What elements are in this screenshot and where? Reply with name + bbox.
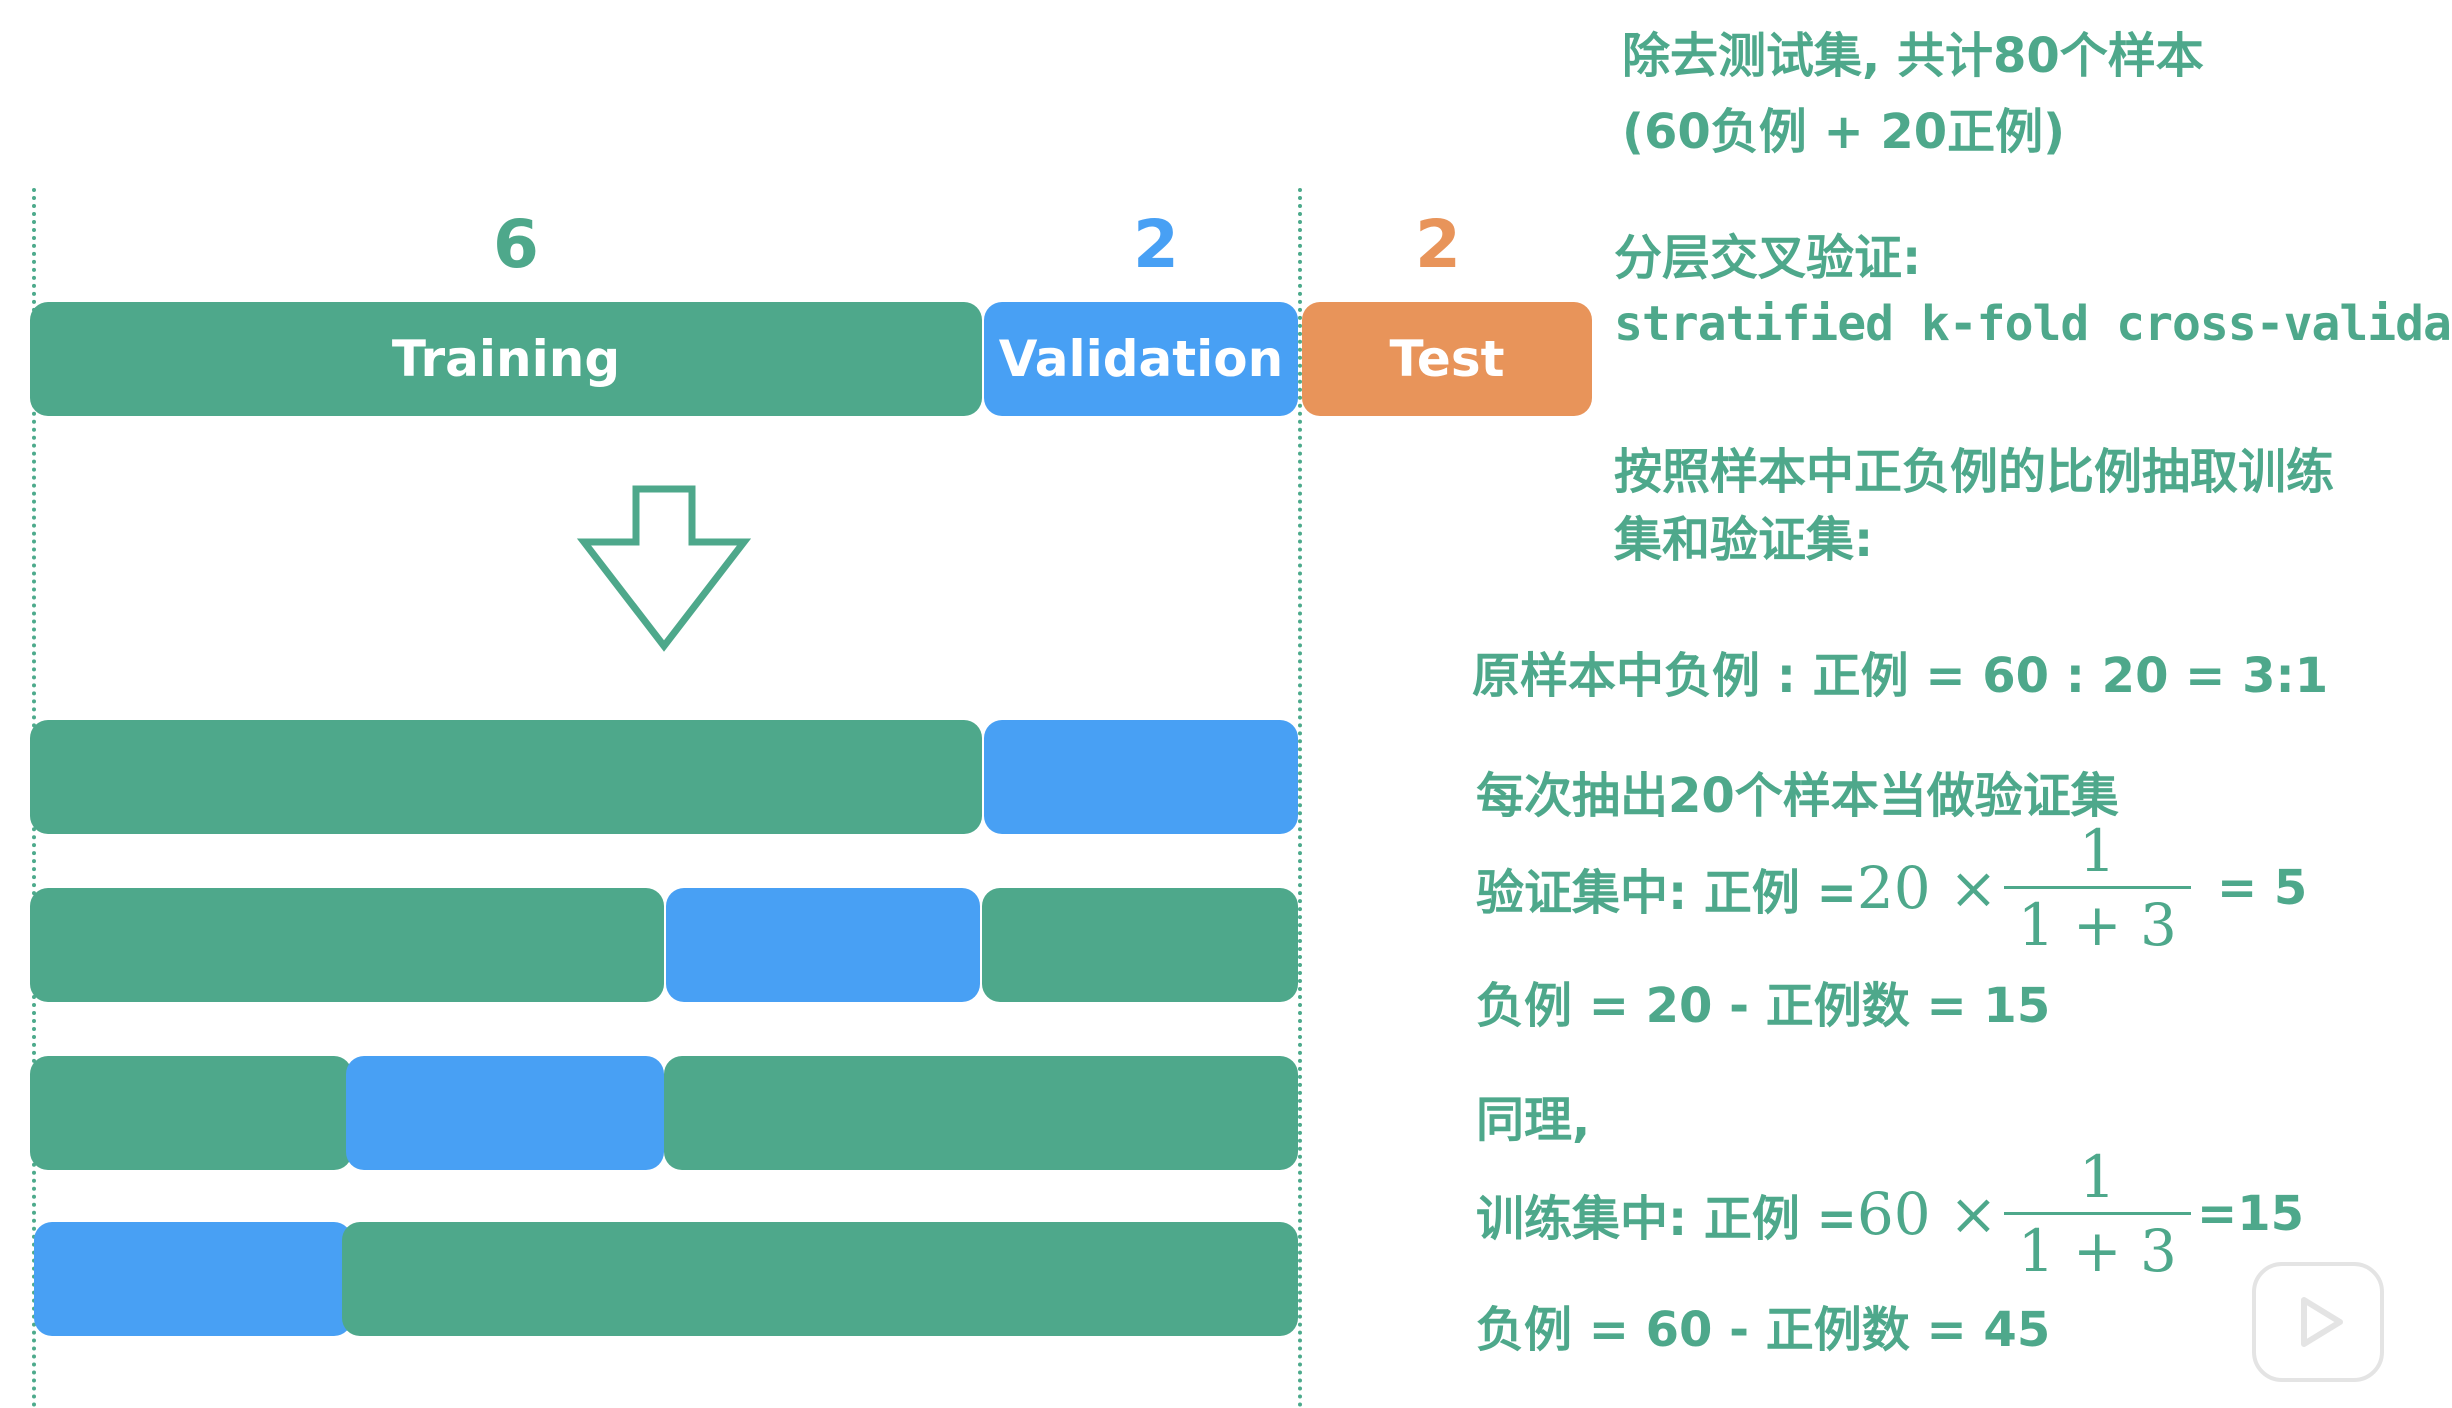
training-positive-multiplier: 60 × [1856,1180,1998,1248]
method-title-en: stratified k-fold cross-validation [1614,296,2452,352]
training-fraction-numerator: 1 [2078,1142,2116,1211]
training-label: Training [391,330,621,388]
fold-3-training-b [664,1056,1298,1170]
training-positive-prefix: 训练集中: 正例 = [1476,1191,1857,1247]
validation-positive-formula: 验证集中: 正例 = 20 × 1 1 + 3 = 5 [1476,808,2307,968]
training-positive-fraction: 1 1 + 3 [2003,1142,2191,1282]
validation-fraction-denominator: 1 + 3 [2003,885,2191,956]
validation-label: Validation [998,330,1284,388]
training-fraction-denominator: 1 + 3 [2003,1211,2191,1282]
test-count: 2 [1415,206,1461,283]
training-bar: Training [30,302,982,416]
validation-positive-multiplier: 20 × [1856,854,1998,922]
fold-1-validation [984,720,1298,834]
play-icon[interactable] [2252,1262,2384,1382]
sample-count-note: 除去测试集, 共计80个样本 [1622,28,2204,84]
training-positive-result: =15 [2196,1186,2304,1242]
play-triangle-icon [2301,1297,2343,1347]
validation-negative-line: 负例 = 20 - 正例数 = 15 [1476,978,2051,1034]
training-positive-formula: 训练集中: 正例 = 60 × 1 1 + 3 =15 [1476,1134,2304,1294]
fold-3-training-a [30,1056,352,1170]
fold-1-training [30,720,982,834]
sample-breakdown-note: (60负例 + 20正例) [1622,104,2066,160]
method-title-cn: 分层交叉验证: [1614,230,1922,286]
validation-bar: Validation [984,302,1298,416]
fold-3-validation [346,1056,664,1170]
validation-positive-fraction: 1 1 + 3 [2003,816,2191,956]
training-count: 6 [493,206,539,283]
down-arrow-icon [576,485,752,652]
ratio-line: 原样本中负例 : 正例 = 60 : 20 = 3:1 [1472,648,2329,704]
test-bar: Test [1302,302,1592,416]
fold-2-validation [666,888,980,1002]
validation-fraction-numerator: 1 [2078,816,2116,885]
validation-count: 2 [1133,206,1179,283]
fold-4-validation [34,1222,352,1336]
validation-positive-prefix: 验证集中: 正例 = [1476,865,1857,921]
fold-2-training-b [982,888,1298,1002]
method-desc-line2: 集和验证集: [1614,512,1874,568]
validation-positive-result: = 5 [2216,860,2308,916]
fold-2-training-a [30,888,664,1002]
fold-4-training [342,1222,1298,1336]
method-desc-line1: 按照样本中正负例的比例抽取训练 [1614,444,2335,500]
training-negative-line: 负例 = 60 - 正例数 = 45 [1476,1302,2051,1358]
test-label: Test [1389,330,1505,388]
